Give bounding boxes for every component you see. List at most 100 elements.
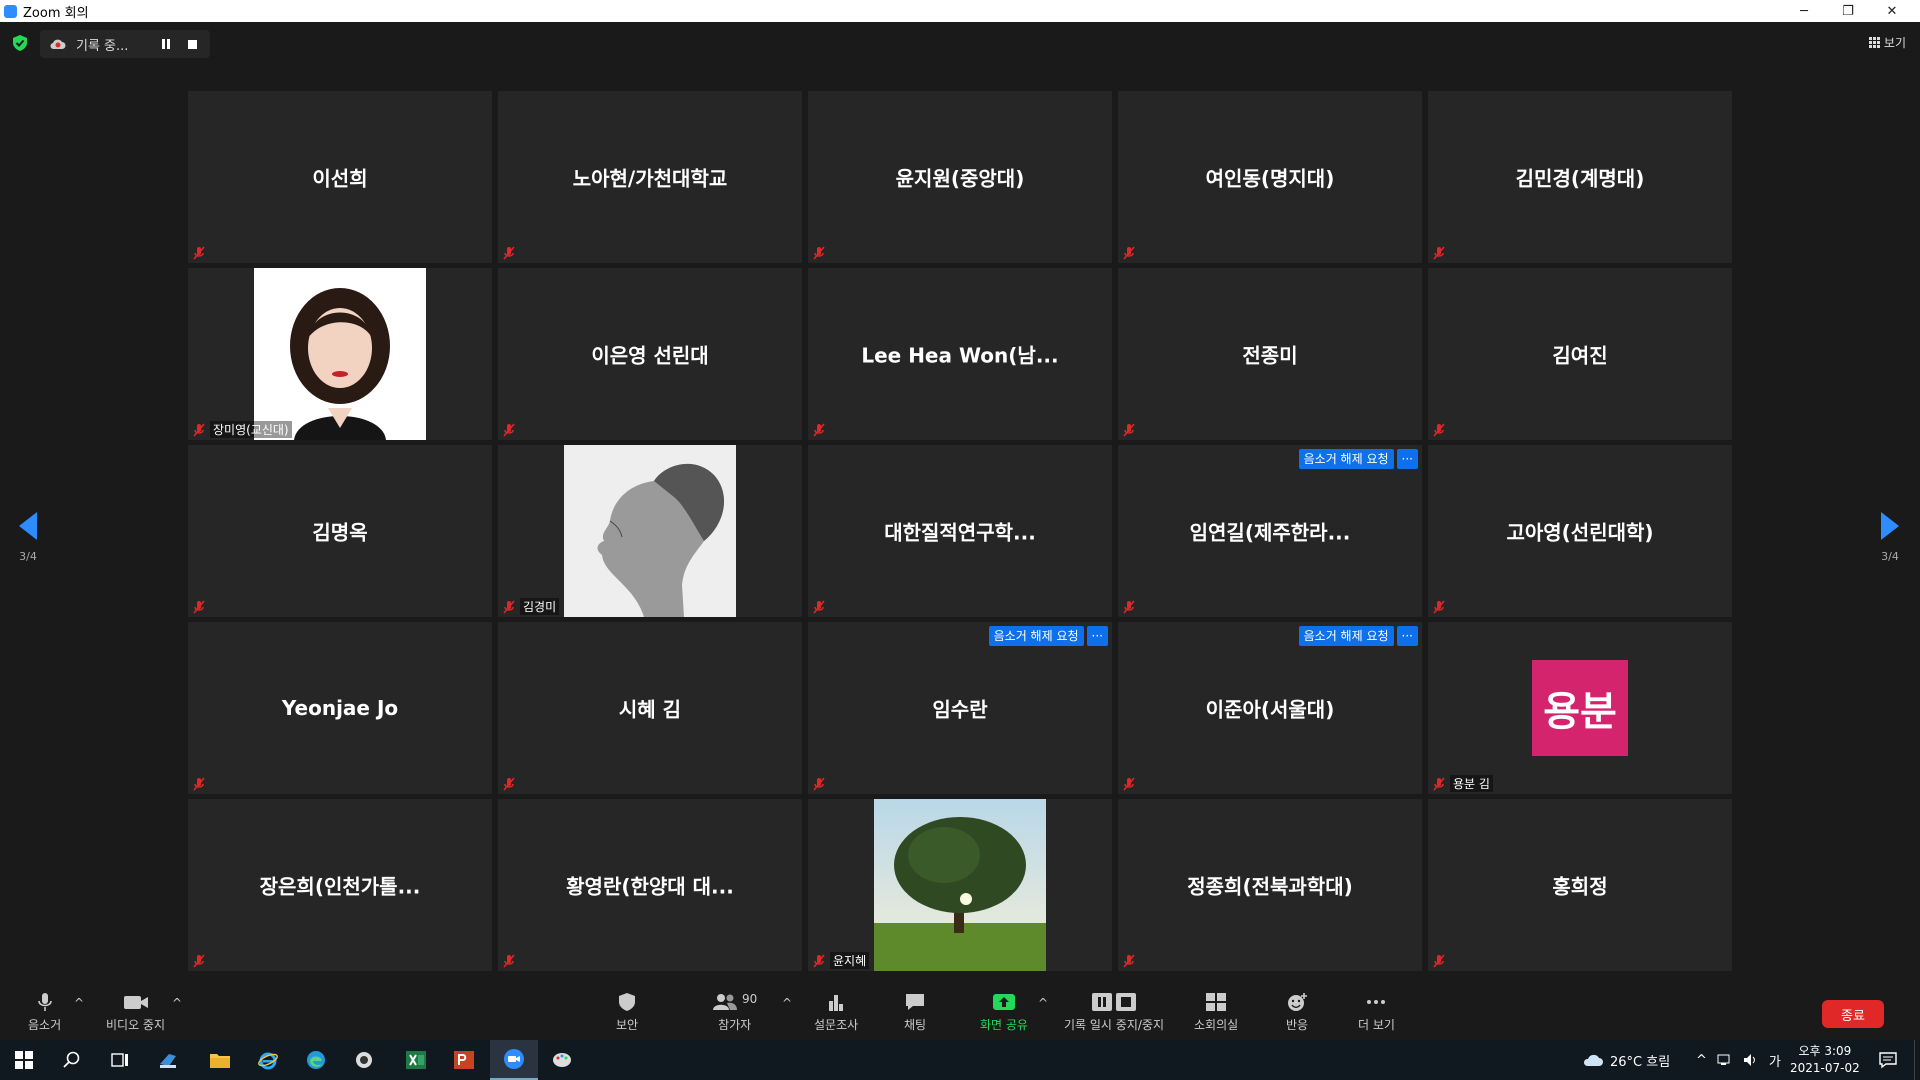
participant-photo [564,445,736,617]
taskbar-app-1[interactable] [144,1040,192,1080]
share-options-caret[interactable]: ^ [1038,996,1048,1010]
taskbar-search-button[interactable] [48,1040,96,1080]
mic-muted-icon [1433,777,1445,791]
taskbar-edge[interactable] [292,1040,340,1080]
polls-label: 설문조사 [814,1018,859,1032]
arrow-right-icon[interactable] [1881,512,1899,540]
participant-tile[interactable]: 황영란(한양대 대... [498,799,802,971]
view-button[interactable]: 보기 [1868,34,1906,51]
participant-tile[interactable]: 여인동(명지대) [1118,91,1422,263]
window-titlebar: Zoom 회의 ─ ❐ ✕ [0,0,1920,22]
unmute-request-more-button[interactable]: ··· [1396,449,1418,469]
unmute-request-label[interactable]: 음소거 해제 요청 [988,626,1084,646]
pause-recording-button[interactable] [162,39,172,49]
participant-tile[interactable]: 김민경(계명대) [1428,91,1732,263]
more-label: 더 보기 [1358,1018,1395,1032]
participant-name: 김여진 [1552,343,1608,368]
participant-tile[interactable]: 이은영 선린대 [498,268,802,440]
participant-name: 이준아(서울대) [1205,697,1335,722]
participant-tile[interactable]: 용분 용분 김 [1428,622,1732,794]
unmute-request-label[interactable]: 음소거 해제 요청 [1298,626,1394,646]
taskbar-app-2[interactable] [340,1040,388,1080]
participant-tile[interactable]: Lee Hea Won(남... [808,268,1112,440]
taskbar-excel[interactable] [392,1040,440,1080]
stop-video-button[interactable]: 비디오 중지 [106,992,165,1033]
more-dots-icon [1367,1000,1386,1004]
taskbar-zoom[interactable] [490,1040,538,1080]
participant-tile[interactable]: 이선희 [188,91,492,263]
polls-button[interactable]: 설문조사 [814,992,858,1033]
participant-tile[interactable]: 홍희정 [1428,799,1732,971]
security-button[interactable]: 보안 [616,992,638,1033]
breakout-rooms-button[interactable]: 소회의실 [1194,992,1238,1033]
minimize-button[interactable]: ─ [1782,0,1826,22]
participant-name: 노아현/가천대학교 [572,166,728,191]
share-screen-button[interactable]: 화면 공유 [980,992,1028,1033]
page-indicator-left: 3/4 [19,550,37,563]
participant-tile[interactable]: 김명옥 [188,445,492,617]
participants-options-caret[interactable]: ^ [782,996,792,1010]
participant-tile[interactable]: 윤지원(중앙대) [808,91,1112,263]
participant-tile[interactable]: 대한질적연구학... [808,445,1112,617]
taskbar-clock[interactable]: 오후 3:09 2021-07-02 [1790,1043,1860,1077]
arrow-left-icon[interactable] [19,512,37,540]
taskbar-file-explorer[interactable] [196,1040,244,1080]
video-options-caret[interactable]: ^ [172,996,182,1010]
mic-muted-icon [1433,246,1445,260]
taskbar-powerpoint[interactable] [440,1040,488,1080]
participant-tile[interactable]: 음소거 해제 요청 ··· 이준아(서울대) [1118,622,1422,794]
volume-icon[interactable] [1743,1053,1759,1067]
more-button[interactable]: 더 보기 [1358,992,1395,1033]
view-label: 보기 [1883,36,1906,50]
participant-name: 임수란 [932,697,988,722]
end-meeting-button[interactable]: 종료 [1822,1000,1884,1028]
mic-muted-icon [813,777,825,791]
participant-tile[interactable]: 전종미 [1118,268,1422,440]
unmute-request-badge[interactable]: 음소거 해제 요청 ··· [1298,626,1418,646]
close-window-button[interactable]: ✕ [1870,0,1914,22]
participant-tile[interactable]: 노아현/가천대학교 [498,91,802,263]
next-page-nav[interactable]: 3/4 [1870,512,1910,563]
unmute-request-badge[interactable]: 음소거 해제 요청 ··· [1298,449,1418,469]
mic-muted-icon [1123,777,1135,791]
reactions-button[interactable]: 반응 [1286,992,1308,1033]
chat-bubble-icon [906,994,925,1010]
participant-tile[interactable]: 윤지혜 [808,799,1112,971]
prev-page-nav[interactable]: 3/4 [8,512,48,563]
participants-button[interactable]: 90 참가자 [712,992,757,1033]
encryption-shield-icon[interactable] [12,34,28,52]
participant-tile[interactable]: 김여진 [1428,268,1732,440]
mute-button[interactable]: 음소거 [28,992,61,1033]
chat-button[interactable]: 채팅 [904,992,926,1033]
participant-tile[interactable]: 음소거 해제 요청 ··· 임수란 [808,622,1112,794]
task-view-button[interactable] [96,1040,144,1080]
unmute-request-more-button[interactable]: ··· [1086,626,1108,646]
network-icon[interactable] [1717,1053,1733,1067]
audio-options-caret[interactable]: ^ [74,996,84,1010]
weather-widget[interactable]: 26°C 흐림 [1582,1040,1670,1080]
action-center-button[interactable] [1864,1040,1912,1080]
ime-indicator[interactable]: 가 [1769,1051,1781,1070]
participant-tile[interactable]: Yeonjae Jo [188,622,492,794]
breakout-rooms-label: 소회의실 [1194,1018,1239,1032]
taskbar-internet-explorer[interactable] [244,1040,292,1080]
stop-recording-button[interactable] [188,39,197,49]
participant-tile[interactable]: 음소거 해제 요청 ··· 임연길(제주한라... [1118,445,1422,617]
participant-tile[interactable]: 고아영(선린대학) [1428,445,1732,617]
unmute-request-label[interactable]: 음소거 해제 요청 [1298,449,1394,469]
restore-button[interactable]: ❐ [1826,0,1870,22]
unmute-request-more-button[interactable]: ··· [1396,626,1418,646]
start-button[interactable] [0,1040,48,1080]
participant-tile[interactable]: 김경미 [498,445,802,617]
mic-muted-icon [813,246,825,260]
participant-tile[interactable]: 정종희(전북과학대) [1118,799,1422,971]
record-pause-stop-button[interactable]: 기록 일시 중지/중지 [1064,992,1164,1033]
taskbar-paint[interactable] [538,1040,586,1080]
participant-tile[interactable]: 장은희(인천가톨... [188,799,492,971]
participant-tile[interactable]: 시혜 김 [498,622,802,794]
unmute-request-badge[interactable]: 음소거 해제 요청 ··· [988,626,1108,646]
show-desktop-button[interactable] [1914,1040,1920,1080]
weather-text: 26°C 흐림 [1610,1054,1671,1070]
tray-expand-icon[interactable]: ^ [1696,1053,1707,1068]
participant-tile[interactable]: 장미영(교신대) [188,268,492,440]
